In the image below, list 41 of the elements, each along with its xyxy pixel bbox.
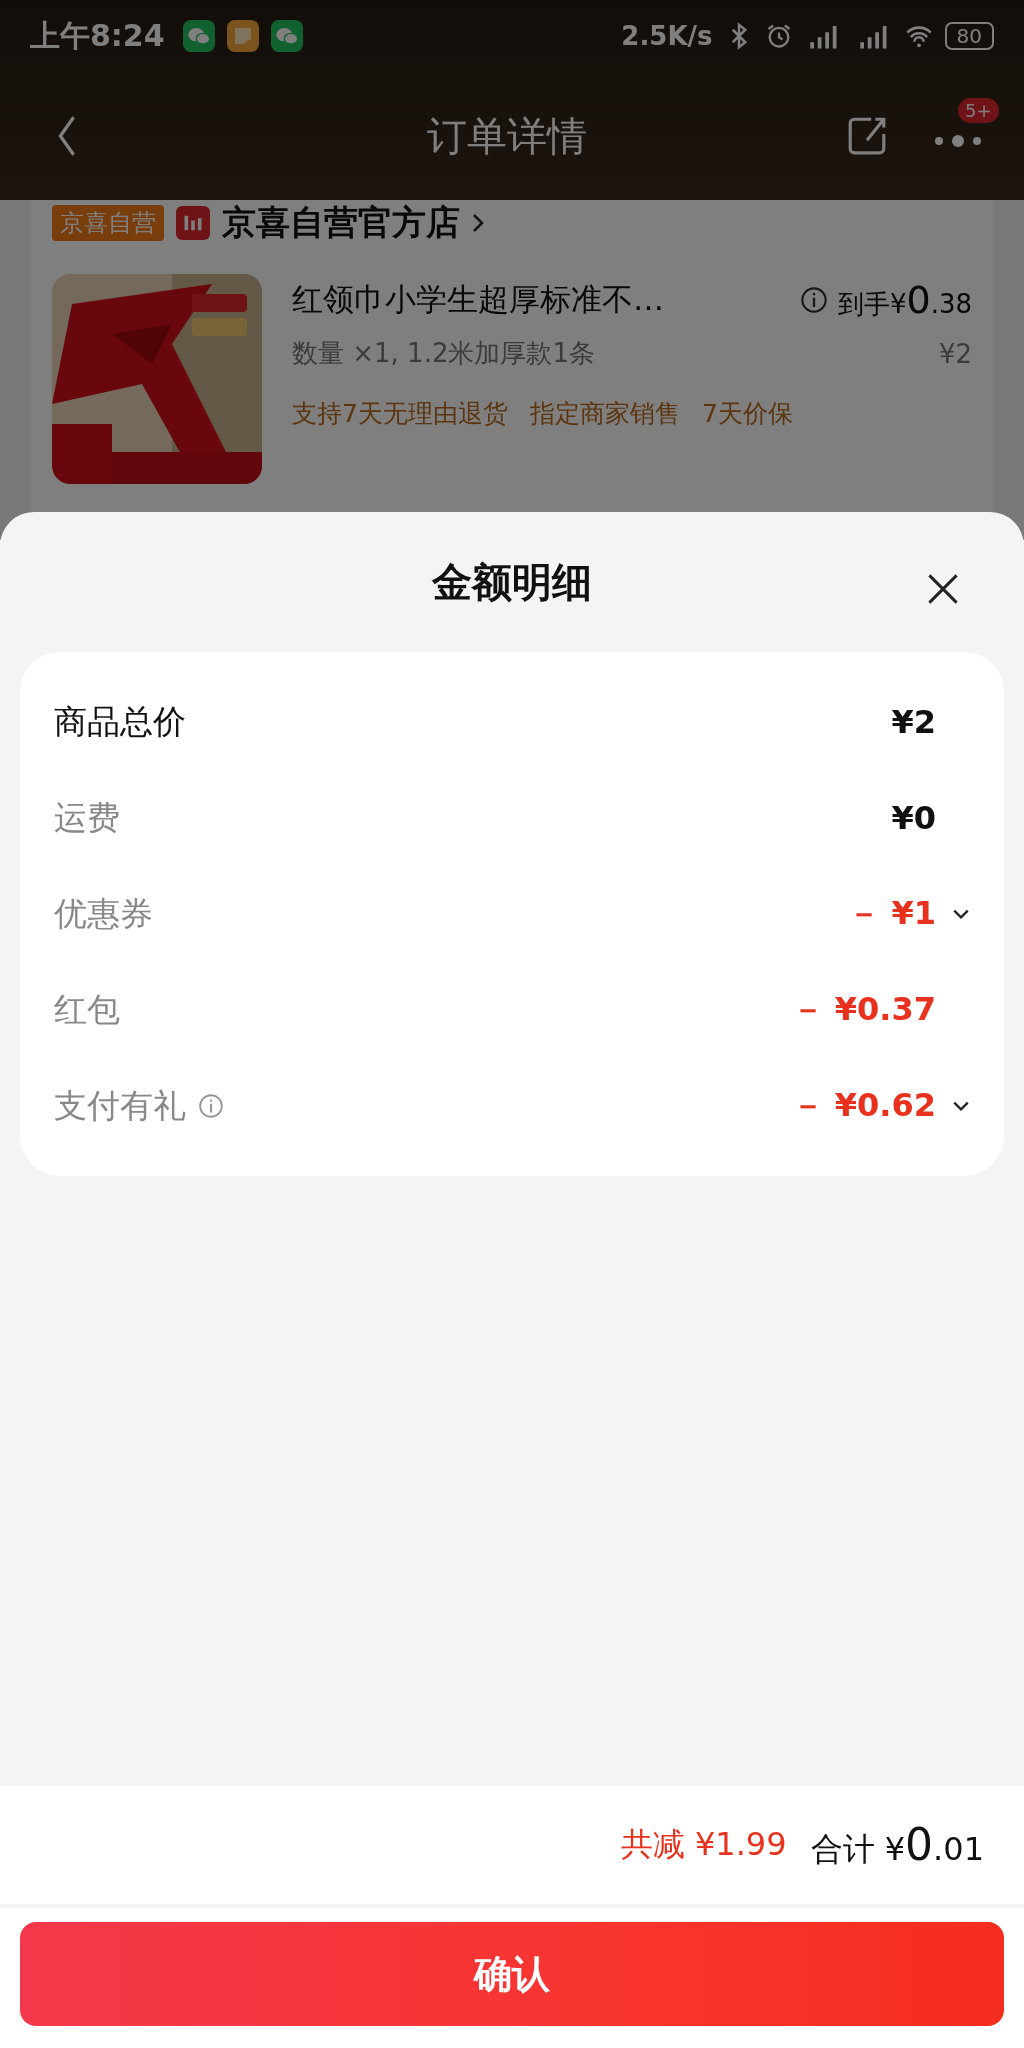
info-icon[interactable] (198, 1093, 224, 1119)
page-title: 订单详情 (426, 111, 588, 161)
battery-level: 80 (944, 22, 994, 50)
service-tag: 支持7天无理由退货 (292, 397, 508, 430)
notes-app-icon (226, 20, 259, 52)
service-tag: 7天价保 (701, 397, 793, 430)
chevron-down-icon[interactable] (952, 908, 970, 920)
row-label: 红包 (54, 988, 120, 1031)
row-label: 支付有礼 (54, 1084, 186, 1127)
more-icon[interactable] (932, 134, 984, 148)
close-icon[interactable] (926, 572, 960, 606)
total-amount: 合计 ¥0.01 (810, 1818, 984, 1872)
service-tag: 指定商家销售 (529, 397, 680, 430)
row-label: 优惠券 (54, 892, 153, 935)
network-speed: 2.5K/s (621, 21, 713, 51)
chevron-down-icon[interactable] (952, 1100, 970, 1112)
chat-app-icon (270, 20, 303, 52)
notification-badge: 5+ (958, 98, 999, 123)
product-title[interactable]: 红领巾小学生超厚标准不… (292, 279, 790, 321)
row-amount: － ¥0.62 (791, 1085, 936, 1126)
row-amount: ¥0 (891, 799, 936, 837)
row-amount: － ¥0.37 (791, 989, 936, 1030)
shop-name[interactable]: 京喜自营官方店 (222, 200, 460, 246)
final-price: 到手¥0.38 (837, 278, 972, 322)
share-icon[interactable] (846, 115, 888, 157)
back-icon[interactable] (56, 114, 78, 158)
info-icon[interactable] (799, 286, 828, 314)
total-discount: 共减 ¥1.99 (620, 1824, 787, 1865)
store-tag: 京喜自营 (52, 205, 164, 241)
shop-logo-icon (176, 206, 210, 240)
row-label: 商品总价 (54, 700, 186, 743)
product-spec: 数量 ×1, 1.2米加厚款1条 (292, 337, 596, 370)
sheet-title: 金额明细 (432, 557, 592, 607)
row-label: 运费 (54, 796, 120, 839)
status-time: 上午8:24 (30, 16, 165, 55)
confirm-button[interactable]: 确认 (20, 1922, 1004, 2026)
chat-app-icon (182, 20, 215, 52)
chevron-right-icon (472, 212, 484, 234)
original-price: ¥2 (938, 338, 972, 369)
row-amount: ¥2 (891, 703, 936, 741)
row-amount: － ¥1 (848, 893, 936, 934)
